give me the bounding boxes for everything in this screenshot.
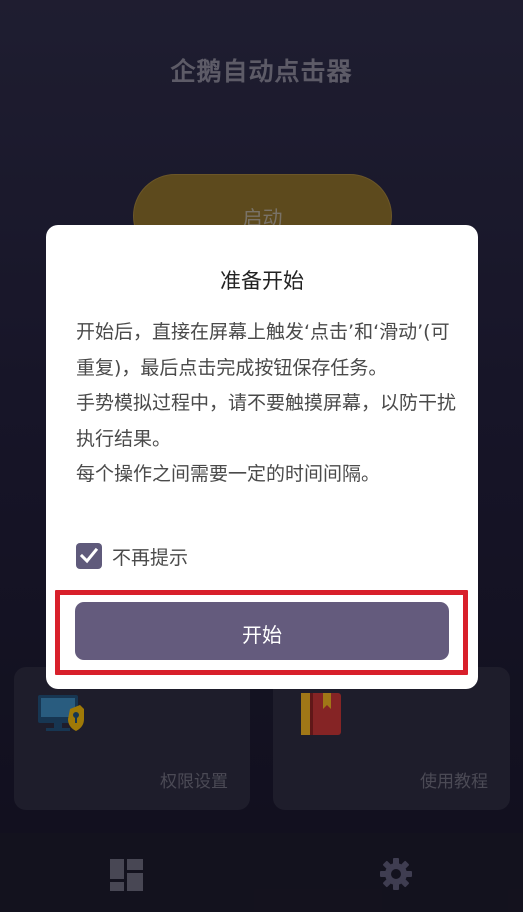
dialog-title: 准备开始 [220,269,304,293]
dialog-body-text: 开始后，直接在屏幕上触发‘点击’和‘滑动’(可重复)，最后点击完成按钮保存任务。… [76,321,457,485]
dont-show-again-checkbox[interactable] [76,543,102,569]
dont-show-again-label: 不再提示 [112,547,189,569]
confirm-start-button[interactable]: 开始 [75,602,449,660]
dont-show-again-row[interactable]: 不再提示 [76,541,376,571]
